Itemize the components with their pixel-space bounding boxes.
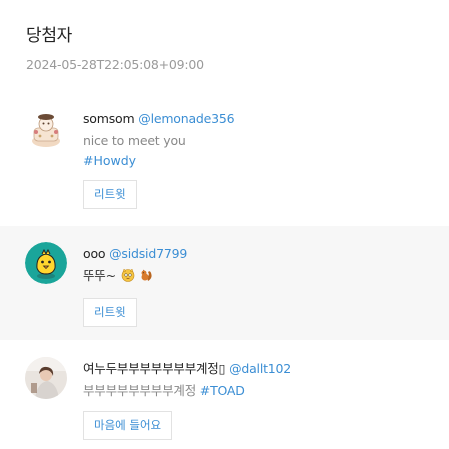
retweet-button[interactable]: 리트윗 bbox=[83, 298, 137, 327]
user-handle-link[interactable]: @lemonade356 bbox=[138, 111, 234, 126]
entry-text: 부부부부부부부부계정 bbox=[83, 383, 197, 398]
entry-content: somsom @lemonade356 nice to meet you #Ho… bbox=[83, 110, 441, 209]
retweet-button[interactable]: 리트윗 bbox=[83, 180, 137, 209]
cake-character-avatar-icon bbox=[25, 108, 67, 150]
page-title: 당첨자 bbox=[26, 26, 73, 46]
squirrel-emoji-icon bbox=[141, 269, 153, 281]
avatar[interactable] bbox=[25, 357, 67, 399]
draw-timestamp: 2024-05-28T22:05:08+09:00 bbox=[26, 57, 204, 72]
user-handle-link[interactable]: @sidsid7799 bbox=[109, 246, 187, 261]
entry-content: 여누두부부부부부부부계정▯ @dallt102 부부부부부부부부계정 #TOAD… bbox=[83, 360, 441, 440]
user-name: somsom bbox=[83, 111, 135, 126]
winners-page: 당첨자 2024-05-28T22:05:08+09:00 somsom @le bbox=[0, 0, 449, 449]
yellow-chick-avatar-icon bbox=[25, 242, 67, 284]
entry-text: nice to meet you bbox=[83, 133, 186, 148]
person-photo-avatar-icon bbox=[25, 357, 67, 399]
user-handle-link[interactable]: @dallt102 bbox=[229, 361, 291, 376]
avatar[interactable] bbox=[25, 108, 67, 150]
entry-content: ooo @sidsid7799 뚜뚜~ 리트윗 bbox=[83, 245, 441, 327]
hashtag-link[interactable]: #Howdy bbox=[83, 153, 136, 168]
cat-face-emoji-icon bbox=[121, 268, 134, 282]
winner-entry: somsom @lemonade356 nice to meet you #Ho… bbox=[0, 94, 449, 222]
like-button[interactable]: 마음에 들어요 bbox=[83, 411, 173, 440]
entry-text: 뚜뚜~ bbox=[83, 268, 116, 283]
hashtag-link[interactable]: #TOAD bbox=[200, 383, 245, 398]
user-name: 여누두부부부부부부부계정▯ bbox=[83, 361, 226, 376]
winner-entry: 여누두부부부부부부부계정▯ @dallt102 부부부부부부부부계정 #TOAD… bbox=[0, 343, 449, 449]
user-name: ooo bbox=[83, 246, 106, 261]
winner-entry: ooo @sidsid7799 뚜뚜~ 리트윗 bbox=[0, 226, 449, 340]
avatar[interactable] bbox=[25, 242, 67, 284]
